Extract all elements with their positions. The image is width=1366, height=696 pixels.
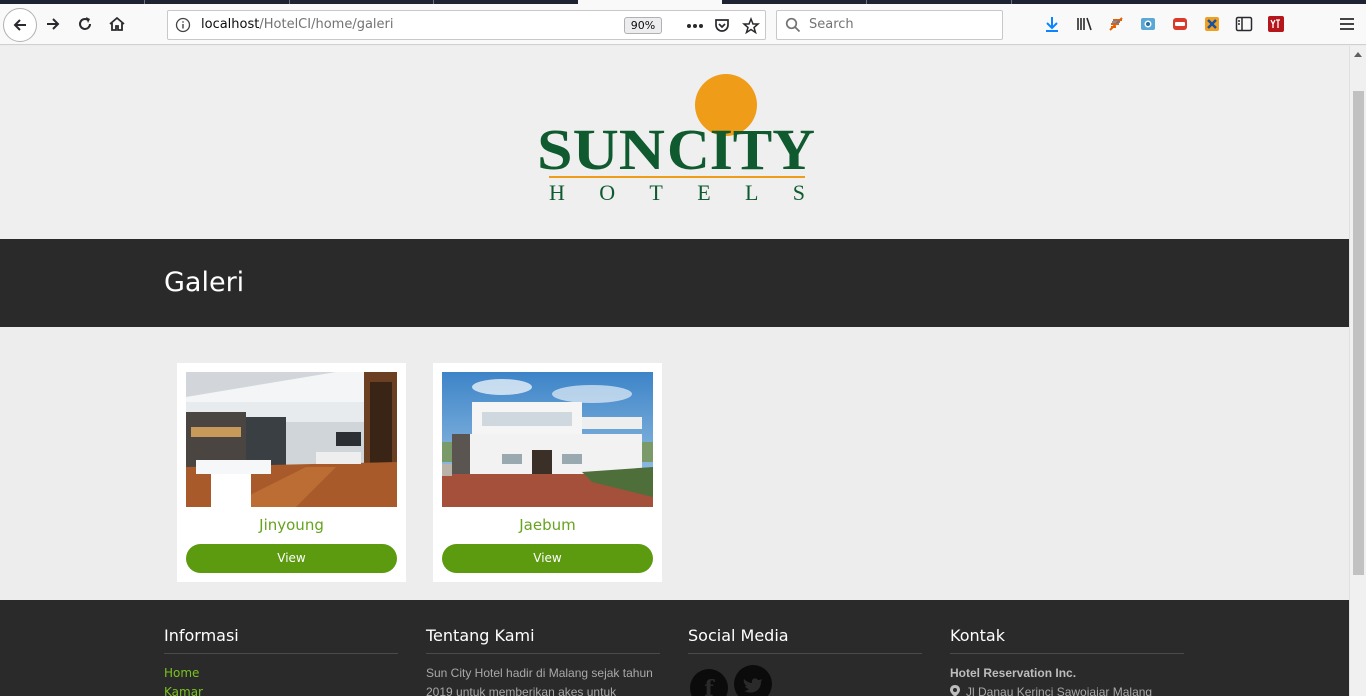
page-scrollbar[interactable] <box>1349 46 1366 696</box>
logo-hotels-text: HOTELS <box>549 180 805 205</box>
gallery-card: Jinyoung View <box>177 363 406 582</box>
hamburger-menu-icon <box>1340 18 1354 30</box>
logo-city-text: CITY <box>667 117 815 182</box>
logo-underline <box>549 176 805 178</box>
view-button[interactable]: View <box>442 544 653 573</box>
site-footer: Informasi Home Kamar Tentang Kami Sun Ci… <box>0 600 1349 696</box>
info-icon[interactable] <box>175 17 191 33</box>
gallery-photo-exterior[interactable] <box>442 372 653 507</box>
extension-button-3[interactable] <box>1170 14 1190 34</box>
facebook-icon[interactable]: f <box>690 669 728 696</box>
pocket-icon <box>715 19 729 32</box>
browser-toolbar: localhost/HotelCI/home/galeri 90% Search <box>0 4 1366 45</box>
search-bar[interactable]: Search <box>776 10 1003 40</box>
back-arrow-icon <box>13 19 26 31</box>
footer-company-name: Hotel Reservation Inc. <box>950 666 1077 680</box>
scrollbar-thumb[interactable] <box>1353 91 1364 575</box>
url-path: /HotelCI/home/galeri <box>259 17 394 32</box>
page-banner: Galeri <box>0 239 1349 327</box>
address-bar[interactable]: localhost/HotelCI/home/galeri 90% <box>167 10 766 40</box>
gallery-photo-interior[interactable] <box>186 372 397 507</box>
menu-button[interactable] <box>1337 14 1357 34</box>
extension-x-icon <box>1205 17 1219 31</box>
extension-button-1[interactable] <box>1106 14 1126 34</box>
footer-heading: Informasi <box>164 626 398 654</box>
extension-button-4[interactable] <box>1202 14 1222 34</box>
extension-button-5[interactable] <box>1266 14 1286 34</box>
pocket-button[interactable] <box>711 15 733 37</box>
footer-heading: Tentang Kami <box>426 626 660 654</box>
search-icon <box>785 17 801 33</box>
gallery-card: Jaebum View <box>433 363 662 582</box>
reload-button[interactable] <box>68 7 102 41</box>
download-icon <box>1046 17 1058 32</box>
forward-button[interactable] <box>36 7 70 41</box>
gallery-section: Jinyoung View Jaebum View <box>0 327 1349 600</box>
extension-camera-icon <box>1141 18 1155 30</box>
reload-icon <box>79 17 91 30</box>
extension-button-2[interactable] <box>1138 14 1158 34</box>
star-icon <box>742 17 760 35</box>
gallery-card-title: Jinyoung <box>259 516 324 534</box>
logo-sun-text: SUN <box>537 117 665 182</box>
footer-col-tentang: Tentang Kami Sun City Hotel hadir di Mal… <box>426 626 660 696</box>
extension-red-badge-icon <box>1173 18 1187 30</box>
suncity-hotels-logo[interactable]: SUN CITY HOTELS <box>537 72 819 206</box>
page-title: Galeri <box>164 267 245 298</box>
scroll-up-arrow[interactable] <box>1354 52 1362 57</box>
bookmark-star-button[interactable] <box>740 15 762 37</box>
downloads-button[interactable] <box>1042 14 1062 34</box>
forward-arrow-icon <box>47 18 60 30</box>
view-button[interactable]: View <box>186 544 397 573</box>
footer-about-text: Sun City Hotel hadir di Malang sejak tah… <box>426 666 653 680</box>
home-icon <box>109 16 125 31</box>
twitter-icon[interactable] <box>734 665 772 696</box>
footer-about-text: 2019 untuk memberikan akes untuk <box>426 685 617 696</box>
map-pin-icon <box>950 685 960 696</box>
site-header: SUN CITY HOTELS <box>0 46 1349 239</box>
home-button[interactable] <box>100 7 134 41</box>
back-button[interactable] <box>3 8 37 42</box>
footer-col-social: Social Media f <box>688 626 922 696</box>
footer-heading: Social Media <box>688 626 922 654</box>
twitter-bird-icon <box>743 678 762 693</box>
zoom-indicator[interactable]: 90% <box>624 17 662 34</box>
page-actions-button[interactable] <box>684 15 706 37</box>
library-icon <box>1077 17 1092 31</box>
sidebar-icon <box>1235 16 1253 32</box>
more-dots-icon <box>687 24 703 28</box>
footer-link-kamar[interactable]: Kamar <box>164 683 398 696</box>
footer-col-informasi: Informasi Home Kamar <box>164 626 398 696</box>
sidebar-toggle-button[interactable] <box>1234 14 1254 34</box>
footer-col-kontak: Kontak Hotel Reservation Inc. Jl Danau K… <box>950 626 1184 696</box>
footer-link-home[interactable]: Home <box>164 664 398 683</box>
extension-ytf-icon <box>1268 16 1284 32</box>
search-placeholder: Search <box>809 17 854 32</box>
library-button[interactable] <box>1074 14 1094 34</box>
footer-address-text: Jl Danau Kerinci Sawojajar Malang <box>966 685 1153 696</box>
footer-heading: Kontak <box>950 626 1184 654</box>
extension-feather-icon <box>1109 17 1123 31</box>
url-host: localhost <box>201 17 260 32</box>
url-text[interactable]: localhost/HotelCI/home/galeri <box>201 17 394 32</box>
footer-address: Jl Danau Kerinci Sawojajar Malang <box>950 683 1184 696</box>
page-viewport: SUN CITY HOTELS Galeri Jinyoung View Jae… <box>0 46 1349 696</box>
gallery-card-title: Jaebum <box>519 516 576 534</box>
